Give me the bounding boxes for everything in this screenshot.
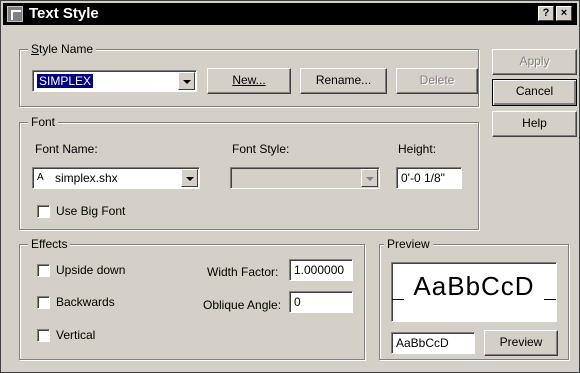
preview-text-input[interactable]: AaBbCcD (391, 332, 475, 354)
apply-button[interactable]: Apply (492, 49, 577, 75)
effects-group-label: Effects (28, 237, 71, 251)
cancel-button-label: Cancel (515, 84, 554, 98)
height-input[interactable]: 0'-0 1/8" (396, 167, 462, 189)
shx-font-icon: A (37, 172, 44, 183)
help-button[interactable]: Help (492, 111, 577, 137)
style-name-group-label: Style Name (28, 42, 97, 56)
oblique-angle-label: Oblique Angle: (203, 298, 282, 312)
cancel-button[interactable]: Cancel (492, 79, 577, 106)
preview-sample-text: AaBbCcD (413, 271, 535, 301)
width-factor-label: Width Factor: (207, 265, 279, 279)
style-name-selected: SIMPLEX (37, 74, 94, 88)
preview-button-label: Preview (499, 335, 543, 349)
app-icon (7, 6, 23, 22)
chevron-down-icon[interactable] (361, 169, 378, 187)
font-name-label: Font Name: (35, 142, 98, 156)
font-name-dropdown[interactable]: A simplex.shx (32, 167, 200, 189)
vertical-checkbox[interactable] (37, 329, 50, 342)
delete-style-button[interactable]: Delete (396, 68, 478, 94)
font-name-value: simplex.shx (55, 171, 118, 185)
window-title: Text Style (29, 5, 99, 22)
upside-down-checkbox[interactable] (37, 264, 50, 277)
oblique-angle-value: 0 (294, 295, 301, 309)
delete-button-label: Delete (419, 73, 455, 87)
use-big-font-label: Use Big Font (56, 204, 126, 218)
preview-baseline-left (392, 299, 404, 300)
height-label: Height: (398, 142, 437, 156)
height-value: 0'-0 1/8" (401, 171, 445, 185)
help-question-button[interactable]: ? (538, 6, 554, 21)
preview-display: AaBbCcD (391, 262, 557, 322)
vertical-label: Vertical (56, 328, 96, 342)
font-style-dropdown[interactable] (230, 167, 380, 189)
font-group-label: Font (28, 115, 59, 129)
preview-baseline-right (544, 299, 556, 300)
style-name-dropdown[interactable]: SIMPLEX (32, 70, 197, 92)
chevron-down-icon[interactable] (181, 169, 198, 187)
title-bar[interactable]: Text Style ? × (3, 3, 577, 25)
backwards-label: Backwards (56, 295, 115, 309)
width-factor-input[interactable]: 1.000000 (289, 259, 353, 281)
rename-button-label: Rename... (315, 73, 372, 87)
width-factor-value: 1.000000 (294, 263, 345, 277)
preview-button[interactable]: Preview (484, 330, 558, 356)
upside-down-label: Upside down (56, 263, 126, 277)
preview-group-label: Preview (384, 237, 433, 251)
use-big-font-checkbox[interactable] (37, 205, 50, 218)
new-style-button[interactable]: New... (207, 68, 291, 94)
new-button-label: New... (232, 73, 266, 87)
rename-style-button[interactable]: Rename... (300, 68, 387, 94)
font-style-label: Font Style: (232, 142, 290, 156)
oblique-angle-input[interactable]: 0 (289, 291, 353, 313)
help-button-label: Help (522, 116, 547, 130)
chevron-down-icon[interactable] (178, 72, 195, 90)
preview-input-value: AaBbCcD (396, 336, 449, 350)
apply-button-label: Apply (519, 54, 550, 68)
backwards-checkbox[interactable] (37, 296, 50, 309)
close-button[interactable]: × (556, 6, 572, 21)
text-style-dialog: Text Style ? × Style Name SIMPLEX New...… (0, 0, 580, 373)
